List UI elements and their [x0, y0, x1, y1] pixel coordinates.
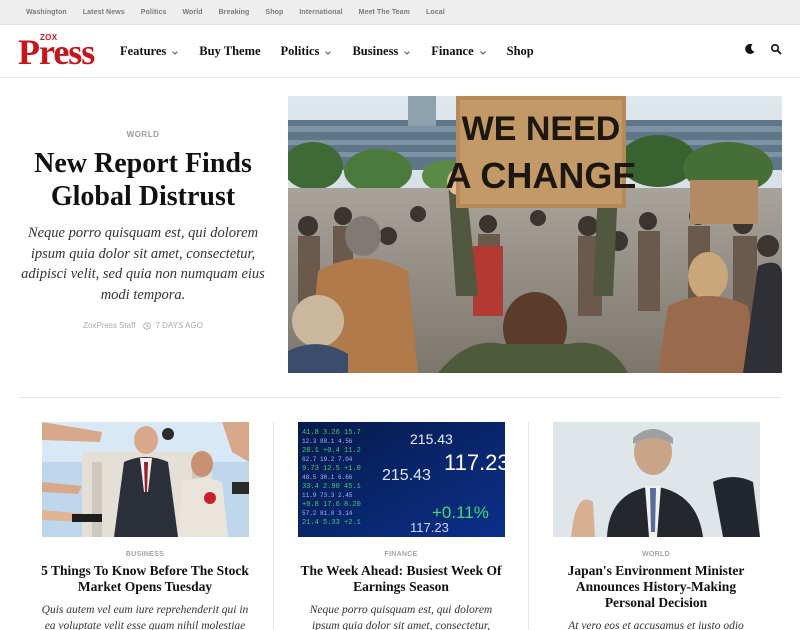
ticker-value: 215.43 — [410, 431, 453, 447]
nav-item-business[interactable]: Business — [352, 44, 411, 59]
logo-text: Press — [18, 32, 95, 72]
top-link-breaking[interactable]: Breaking — [219, 9, 250, 16]
protest-photo: WE NEED A CHANGE — [288, 96, 782, 373]
hero-excerpt: Neque porro quisquam est, qui dolorem ip… — [21, 225, 265, 303]
nav-item-shop[interactable]: Shop — [507, 44, 534, 59]
card-thumbnail[interactable] — [552, 422, 760, 537]
card-category[interactable]: BUSINESS — [40, 551, 250, 558]
moon-icon[interactable] — [744, 43, 756, 55]
nav-label: Finance — [431, 44, 474, 58]
clock-icon — [143, 321, 152, 330]
svg-text:41.8 3.26 15.7: 41.8 3.26 15.7 — [302, 429, 361, 437]
header-icons — [744, 43, 782, 55]
press-conference-photo — [41, 422, 249, 537]
main-nav: Features Buy Theme Politics Business Fin… — [120, 25, 554, 78]
nav-label: Features — [120, 44, 167, 58]
top-link-shop[interactable]: Shop — [265, 9, 283, 16]
nav-item-politics[interactable]: Politics — [281, 44, 333, 59]
column-divider — [273, 422, 274, 630]
nav-item-features[interactable]: Features — [120, 44, 179, 59]
card-excerpt: Neque porro quisquam est, qui dolorem ip… — [309, 604, 493, 630]
nav-item-finance[interactable]: Finance — [431, 44, 486, 59]
top-link-politics[interactable]: Politics — [141, 9, 167, 16]
svg-text:+0.8 17.6 8.20: +0.8 17.6 8.20 — [302, 501, 361, 509]
ticker-value: 117.23 — [410, 520, 449, 535]
top-link-local[interactable]: Local — [426, 9, 445, 16]
card-excerpt: At vero eos et accusamus et iusto odio — [568, 620, 744, 630]
card-excerpt: Quis autem vel eum iure reprehenderit qu… — [41, 604, 249, 630]
ticker-value: 215.43 — [382, 467, 431, 484]
svg-text:57.2 81.0 3.14: 57.2 81.0 3.14 — [302, 510, 353, 517]
svg-text:11.9 73.3 2.45: 11.9 73.3 2.45 — [302, 492, 353, 499]
hero-title[interactable]: New Report Finds Global Distrust — [18, 147, 268, 213]
hero-author[interactable]: ZoxPress Staff — [83, 321, 135, 330]
section-divider — [18, 397, 782, 398]
svg-text:33.4 2.90 45.1: 33.4 2.90 45.1 — [302, 483, 361, 491]
svg-text:48.5 30.1 6.66: 48.5 30.1 6.66 — [302, 474, 353, 481]
hero-time: 7 DAYS AGO — [155, 321, 203, 330]
svg-text:28.1 +0.4 11.2: 28.1 +0.4 11.2 — [302, 447, 361, 455]
ticker-value: 117.23 — [444, 450, 505, 475]
top-utility-bar: Washington Latest News Politics World Br… — [0, 0, 800, 25]
site-logo[interactable]: ZOX Press — [18, 31, 108, 73]
column-divider — [528, 422, 529, 630]
top-link-meet-the-team[interactable]: Meet The Team — [359, 9, 410, 16]
top-link-world[interactable]: World — [182, 9, 202, 16]
article-card-business: BUSINESS 5 Things To Know Before The Sto… — [40, 422, 250, 630]
chevron-down-icon — [325, 51, 332, 55]
article-card-finance: 41.8 3.26 15.7 28.1 +0.4 11.2 9.73 12.5 … — [296, 422, 506, 630]
svg-text:12.3 88.1 4.56: 12.3 88.1 4.56 — [302, 438, 353, 445]
nav-label: Buy Theme — [199, 44, 261, 58]
top-link-international[interactable]: International — [299, 9, 342, 16]
card-category[interactable]: FINANCE — [296, 551, 506, 558]
svg-text:21.4 5.33 +2.1: 21.4 5.33 +2.1 — [302, 519, 361, 527]
card-thumbnail[interactable]: 41.8 3.26 15.7 28.1 +0.4 11.2 9.73 12.5 … — [297, 422, 505, 537]
chevron-down-icon — [172, 51, 179, 55]
sign-line-1: WE NEED — [462, 110, 621, 148]
card-title[interactable]: 5 Things To Know Before The Stock Market… — [40, 563, 250, 595]
nav-item-buy-theme[interactable]: Buy Theme — [199, 44, 260, 59]
nav-label: Business — [352, 44, 399, 58]
stock-ticker-photo: 41.8 3.26 15.7 28.1 +0.4 11.2 9.73 12.5 … — [297, 422, 505, 537]
svg-text:9.73 12.5 +1.0: 9.73 12.5 +1.0 — [302, 465, 361, 473]
top-link-latest-news[interactable]: Latest News — [83, 9, 125, 16]
sign-line-2: A CHANGE — [446, 155, 637, 196]
chevron-down-icon — [404, 51, 411, 55]
card-title[interactable]: Japan's Environment Minister Announces H… — [551, 563, 761, 611]
article-card-world: WORLD Japan's Environment Minister Annou… — [551, 422, 761, 630]
hero-text-block: WORLD New Report Finds Global Distrust N… — [18, 130, 268, 330]
chevron-down-icon — [479, 51, 486, 55]
nav-label: Politics — [280, 44, 320, 58]
card-thumbnail[interactable] — [41, 422, 249, 537]
hero-meta: ZoxPress Staff 7 DAYS AGO — [18, 321, 268, 330]
hero-image[interactable]: WE NEED A CHANGE — [288, 96, 782, 373]
minister-photo — [552, 422, 760, 537]
main-header: ZOX Press Features Buy Theme Politics Bu… — [0, 25, 800, 78]
search-icon[interactable] — [770, 43, 782, 55]
svg-text:62.7 19.2 7.04: 62.7 19.2 7.04 — [302, 456, 353, 463]
card-category[interactable]: WORLD — [551, 551, 761, 558]
top-link-washington[interactable]: Washington — [26, 9, 67, 16]
card-title[interactable]: The Week Ahead: Busiest Week Of Earnings… — [296, 563, 506, 595]
hero-category[interactable]: WORLD — [18, 130, 268, 139]
top-links: Washington Latest News Politics World Br… — [26, 0, 461, 25]
nav-label: Shop — [506, 44, 534, 58]
